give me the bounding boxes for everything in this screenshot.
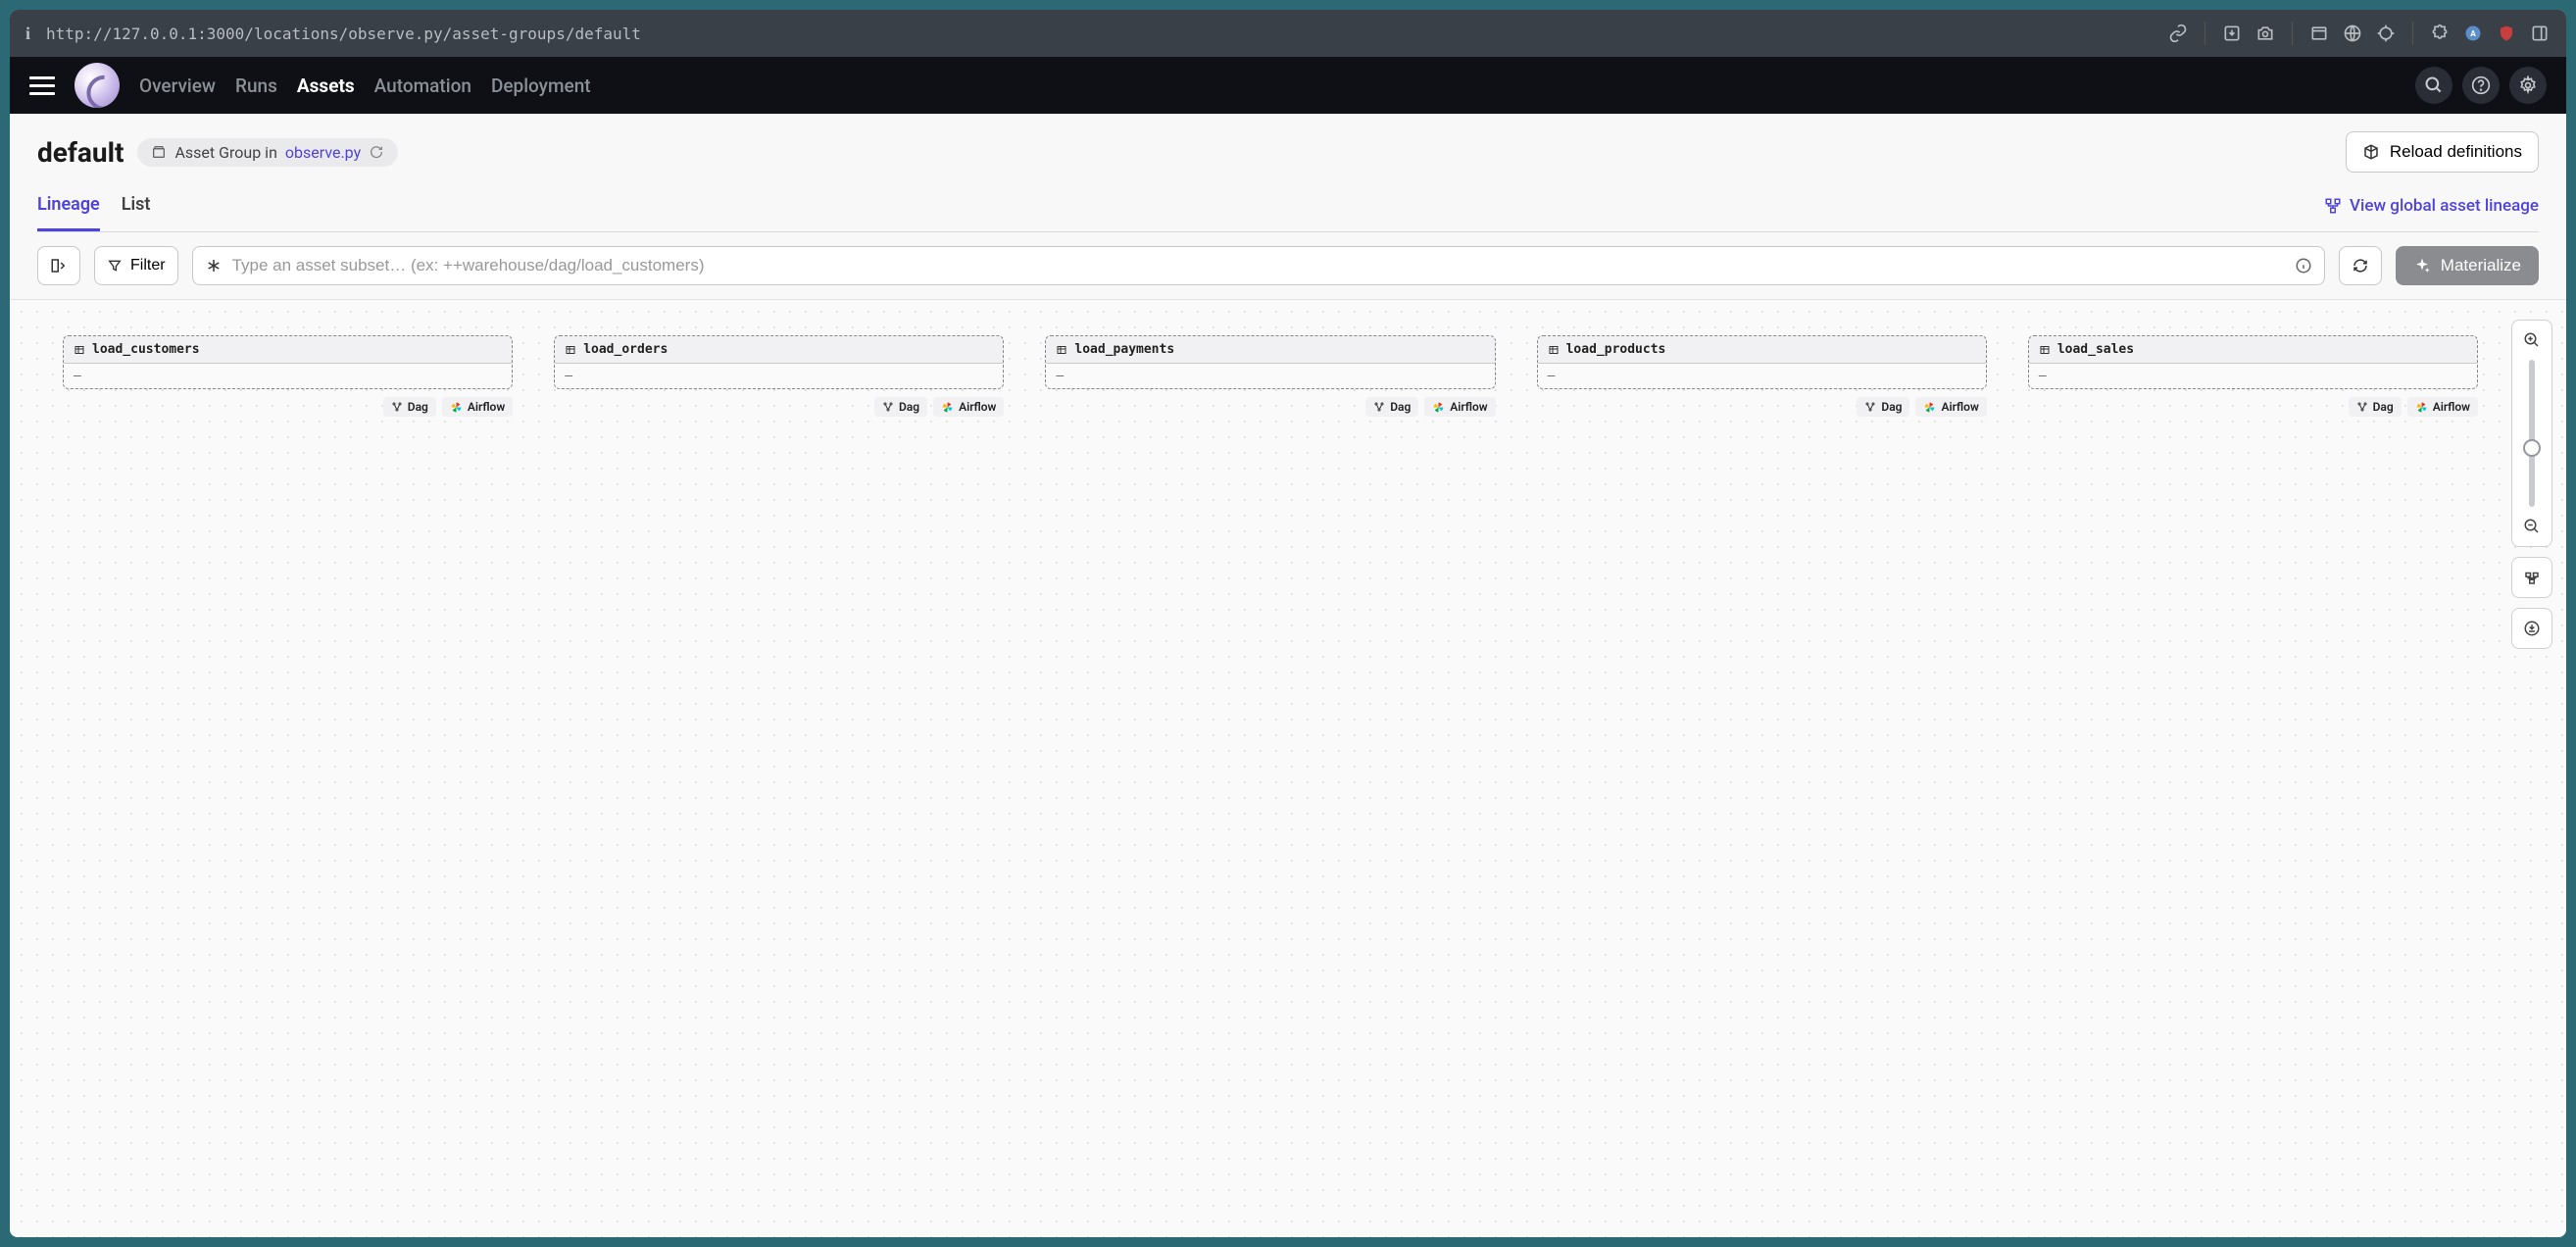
airflow-icon: [941, 401, 954, 414]
table-icon: [74, 344, 85, 356]
page-header: default Asset Group in observe.py Reload…: [10, 114, 2566, 232]
asset-group-badge: Asset Group in observe.py: [137, 138, 398, 167]
zoom-in-button[interactable]: [2512, 321, 2551, 360]
url-bar[interactable]: http://127.0.0.1:3000/locations/observe.…: [46, 25, 2152, 43]
asset-status: –: [555, 363, 1003, 388]
toolbar: Filter Materialize: [10, 232, 2566, 300]
asset-name: load_customers: [92, 342, 200, 357]
asset-name: load_sales: [2057, 342, 2134, 357]
airflow-icon: [2415, 401, 2428, 414]
airflow-tag[interactable]: Airflow: [442, 397, 513, 417]
tab-list[interactable]: List: [122, 194, 151, 231]
asset-name: load_products: [1566, 342, 1666, 357]
dag-icon: [1373, 401, 1385, 413]
group-icon: [151, 144, 167, 160]
window-icon[interactable]: [2308, 23, 2330, 44]
asset-name: load_payments: [1074, 342, 1174, 357]
help-button[interactable]: [2462, 67, 2500, 104]
tabs: Lineage List: [37, 194, 150, 231]
dag-tag[interactable]: Dag: [1857, 397, 1909, 417]
lineage-canvas[interactable]: load_customers – Dag Airflow load_orders…: [10, 300, 2566, 1237]
table-icon: [1056, 344, 1067, 356]
asset-status: –: [2029, 363, 2477, 388]
airflow-icon: [450, 401, 463, 414]
filter-icon: [107, 258, 123, 274]
zoom-slider[interactable]: [2512, 360, 2551, 507]
airflow-icon: [1923, 401, 1936, 414]
download-icon[interactable]: [2221, 23, 2243, 44]
extension-icon[interactable]: A: [2462, 23, 2484, 44]
asset-node[interactable]: load_orders – Dag Airflow: [554, 335, 1004, 417]
asset-status: –: [1046, 363, 1494, 388]
zoom-out-button[interactable]: [2512, 507, 2551, 546]
dag-tag[interactable]: Dag: [2349, 397, 2402, 417]
panel-icon[interactable]: [2529, 23, 2551, 44]
download-graph-button[interactable]: [2512, 609, 2551, 648]
info-icon: i: [25, 24, 30, 44]
info-icon[interactable]: [2295, 257, 2312, 274]
dag-icon: [2356, 401, 2368, 413]
expand-panel-button[interactable]: [37, 246, 80, 285]
airflow-tag[interactable]: Airflow: [2407, 397, 2478, 417]
globe-icon[interactable]: [2342, 23, 2363, 44]
sparkle-icon: [2413, 257, 2431, 274]
panel-expand-icon: [50, 257, 68, 274]
tab-lineage[interactable]: Lineage: [37, 194, 100, 231]
menu-button[interactable]: [29, 76, 55, 95]
refresh-icon: [2352, 257, 2369, 274]
main-nav: Overview Runs Assets Automation Deployme…: [139, 75, 591, 97]
asterisk-icon: [205, 257, 223, 274]
reload-icon: [2362, 143, 2380, 161]
lineage-icon: [2324, 197, 2342, 215]
dag-icon: [882, 401, 894, 413]
asset-status: –: [1538, 363, 1986, 388]
location-link[interactable]: observe.py: [285, 143, 361, 162]
asset-node[interactable]: load_sales – Dag Airflow: [2028, 335, 2478, 417]
airflow-tag[interactable]: Airflow: [933, 397, 1004, 417]
global-lineage-link[interactable]: View global asset lineage: [2324, 196, 2539, 229]
dag-icon: [391, 401, 403, 413]
nav-deployment[interactable]: Deployment: [491, 75, 591, 97]
nav-automation[interactable]: Automation: [374, 75, 471, 97]
link-icon[interactable]: [2167, 23, 2189, 44]
nav-overview[interactable]: Overview: [139, 75, 216, 97]
search-button[interactable]: [2415, 67, 2452, 104]
table-icon: [565, 344, 576, 356]
airflow-tag[interactable]: Airflow: [1915, 397, 1986, 417]
asset-node[interactable]: load_products – Dag Airflow: [1537, 335, 1987, 417]
dag-tag[interactable]: Dag: [383, 397, 436, 417]
svg-text:A: A: [2470, 29, 2476, 39]
nav-assets[interactable]: Assets: [297, 75, 355, 97]
table-icon: [2039, 344, 2051, 356]
reload-definitions-button[interactable]: Reload definitions: [2346, 131, 2539, 173]
asset-search-input[interactable]: [232, 256, 2285, 275]
shield-icon[interactable]: [2496, 23, 2517, 44]
asset-name: load_orders: [583, 342, 668, 357]
zoom-controls: [2511, 320, 2552, 649]
asset-search[interactable]: [192, 246, 2325, 285]
puzzle-icon[interactable]: [2429, 23, 2451, 44]
app-logo[interactable]: [74, 63, 120, 108]
asset-node[interactable]: load_customers – Dag Airflow: [63, 335, 513, 417]
browser-chrome: i http://127.0.0.1:3000/locations/observ…: [10, 10, 2566, 57]
refresh-icon[interactable]: [369, 144, 384, 160]
nav-runs[interactable]: Runs: [235, 75, 277, 97]
airflow-icon: [1432, 401, 1445, 414]
table-icon: [1548, 344, 1560, 356]
fit-view-button[interactable]: [2512, 558, 2551, 597]
dag-icon: [1864, 401, 1876, 413]
materialize-button[interactable]: Materialize: [2396, 246, 2539, 285]
asset-status: –: [64, 363, 512, 388]
target-icon[interactable]: [2375, 23, 2397, 44]
settings-button[interactable]: [2509, 67, 2547, 104]
filter-button[interactable]: Filter: [94, 246, 178, 285]
asset-node[interactable]: load_payments – Dag Airflow: [1045, 335, 1495, 417]
camera-icon[interactable]: [2254, 23, 2276, 44]
dag-tag[interactable]: Dag: [1365, 397, 1418, 417]
app-header: Overview Runs Assets Automation Deployme…: [10, 57, 2566, 114]
airflow-tag[interactable]: Airflow: [1424, 397, 1495, 417]
dag-tag[interactable]: Dag: [874, 397, 927, 417]
refresh-button[interactable]: [2339, 246, 2382, 285]
page-title: default: [37, 136, 124, 169]
